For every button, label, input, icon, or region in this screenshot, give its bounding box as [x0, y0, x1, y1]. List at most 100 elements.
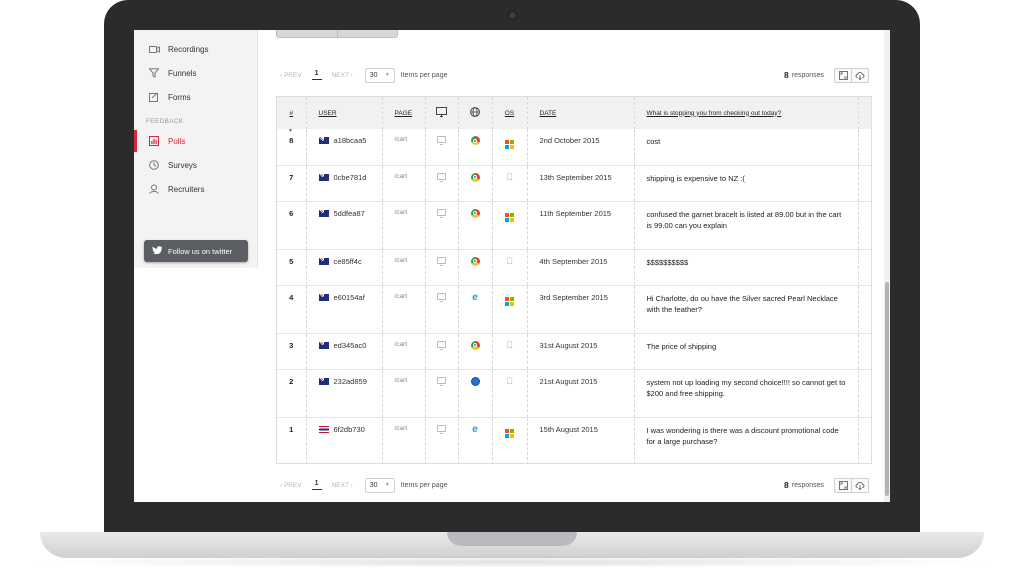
responses-summary-top: 8 responses	[784, 67, 870, 83]
sidebar-item-surveys[interactable]: Surveys	[134, 154, 258, 176]
next-page-button[interactable]: NEXT ›	[332, 72, 353, 79]
desktop-icon	[437, 424, 446, 434]
download-button[interactable]	[851, 477, 870, 493]
download-button[interactable]	[851, 67, 870, 83]
funnel-icon	[148, 67, 160, 79]
cell-page: /cart	[382, 249, 426, 286]
user-id: a18bcaa5	[333, 136, 367, 145]
sidebar-item-polls[interactable]: Polls	[134, 130, 258, 152]
cell-spacer	[858, 285, 871, 334]
cell-answer: Hi Charlotte, do ou have the Silver sacr…	[634, 285, 859, 334]
fullscreen-button[interactable]	[834, 67, 853, 83]
cell-page: /cart	[382, 369, 426, 418]
cell-user[interactable]: ed345ac0	[306, 333, 383, 370]
cell-number: 5	[277, 249, 307, 286]
table-row[interactable]: 3 ed345ac0/cart  31st August 2015The price…	[277, 333, 871, 370]
cell-user[interactable]: a18bcaa5	[306, 129, 383, 166]
view-tabs[interactable]	[276, 30, 398, 38]
current-page[interactable]: 1	[311, 70, 322, 80]
next-page-button[interactable]: NEXT ›	[332, 482, 353, 489]
column-header-device[interactable]	[425, 97, 459, 129]
cell-answer: cost	[634, 129, 859, 166]
cell-device	[425, 249, 459, 286]
australia-flag-icon	[318, 173, 329, 181]
cell-user[interactable]: 232ad859	[306, 369, 383, 418]
table-row[interactable]: 2 232ad859/cart  21st August 2015system no…	[277, 369, 871, 418]
column-header-os[interactable]: OS	[492, 97, 528, 129]
cell-user[interactable]: 0cbe781d	[306, 165, 383, 202]
internet-explorer-icon: e	[472, 291, 478, 303]
user-id: 5ddfea87	[333, 208, 365, 218]
australia-flag-icon	[318, 293, 329, 301]
australia-flag-icon	[318, 257, 329, 265]
cell-page: /cart	[382, 165, 426, 202]
pagination-top: ‹ PREV 1 NEXT › 30 ▼ Items per page	[280, 67, 447, 83]
column-header-browser[interactable]	[458, 97, 493, 129]
cell-device	[425, 417, 459, 463]
cell-device	[425, 369, 459, 418]
items-per-page-select[interactable]: 30 ▼	[364, 67, 395, 83]
desktop-icon	[436, 107, 447, 117]
column-header-user[interactable]: USER	[306, 97, 383, 129]
current-page[interactable]: 1	[311, 480, 322, 490]
table-row[interactable]: 7 0cbe781d/cart  13th September 2015shippi…	[277, 165, 871, 202]
cell-number: 2	[277, 369, 307, 418]
apple-icon: 	[506, 256, 513, 266]
cell-os: 	[492, 249, 528, 286]
user-id: ed345ac0	[333, 340, 367, 350]
sidebar-item-funnels[interactable]: Funnels	[134, 62, 258, 84]
prev-page-button[interactable]: ‹ PREV	[280, 72, 302, 79]
column-header-number[interactable]: # ▼	[277, 97, 307, 134]
cell-os: 	[492, 333, 528, 370]
cell-number: 1	[277, 417, 307, 463]
cell-spacer	[858, 417, 871, 463]
cell-user[interactable]: e60154af	[306, 285, 383, 334]
column-header-page[interactable]: PAGE	[382, 97, 426, 129]
sidebar-item-recordings[interactable]: Recordings	[134, 38, 258, 60]
prev-page-button[interactable]: ‹ PREV	[280, 482, 302, 489]
table-row[interactable]: 8 a18bcaa5/cart 2nd October 2015 cost	[277, 129, 871, 166]
table-row[interactable]: 1 6f2db730/cart e 15th August 2015 I was won…	[277, 417, 871, 463]
cell-os	[492, 129, 528, 166]
table-row[interactable]: 5 ce85ff4c/cart  4th September 2015$$$$$$$…	[277, 249, 871, 286]
chrome-icon	[470, 208, 480, 218]
cell-os	[492, 417, 528, 463]
sidebar: Recordings Funnels Forms FEEDBACK Polls	[134, 30, 258, 268]
windows-icon	[505, 140, 514, 149]
desktop-icon	[437, 208, 446, 218]
responses-count: 8	[784, 70, 789, 80]
column-header-question[interactable]: What is stopping you from checking out t…	[634, 97, 859, 129]
windows-icon	[505, 212, 514, 222]
cell-number: 8	[277, 129, 307, 166]
table-row[interactable]: 4 e60154af/cart e 3rd September 2015 Hi Char…	[277, 285, 871, 334]
cell-os	[492, 201, 528, 250]
table-row[interactable]: 6 5ddfea87/cart 11th September 2015 confuse…	[277, 201, 871, 250]
cell-spacer	[858, 165, 871, 202]
follow-twitter-button[interactable]: Follow us on twitter	[144, 240, 248, 262]
cell-page: /cart	[382, 285, 426, 334]
cell-user[interactable]: ce85ff4c	[306, 249, 383, 286]
cell-device	[425, 201, 459, 250]
sidebar-item-forms[interactable]: Forms	[134, 86, 258, 108]
page-scrollbar-thumb[interactable]	[885, 282, 889, 496]
cell-page: /cart	[382, 201, 426, 250]
fullscreen-button[interactable]	[834, 477, 853, 493]
cell-user[interactable]: 5ddfea87	[306, 201, 383, 250]
cell-browser: e	[458, 417, 493, 463]
chrome-icon	[470, 340, 480, 350]
chrome-icon	[470, 172, 480, 182]
cell-date: 21st August 2015	[527, 369, 635, 418]
cell-user[interactable]: 6f2db730	[306, 417, 383, 463]
cell-os: 	[492, 165, 528, 202]
chrome-icon	[470, 136, 480, 145]
cell-spacer	[858, 129, 871, 166]
cell-number: 6	[277, 201, 307, 250]
column-header-date[interactable]: DATE	[527, 97, 635, 129]
sidebar-item-recruiters[interactable]: Recruiters	[134, 178, 258, 200]
user-id: ce85ff4c	[333, 256, 362, 266]
items-per-page-select[interactable]: 30 ▼	[364, 477, 395, 493]
sort-desc-icon: ▼	[288, 128, 293, 134]
sidebar-item-label: Recordings	[168, 44, 209, 54]
windows-icon	[505, 296, 514, 306]
australia-flag-icon	[318, 209, 329, 217]
